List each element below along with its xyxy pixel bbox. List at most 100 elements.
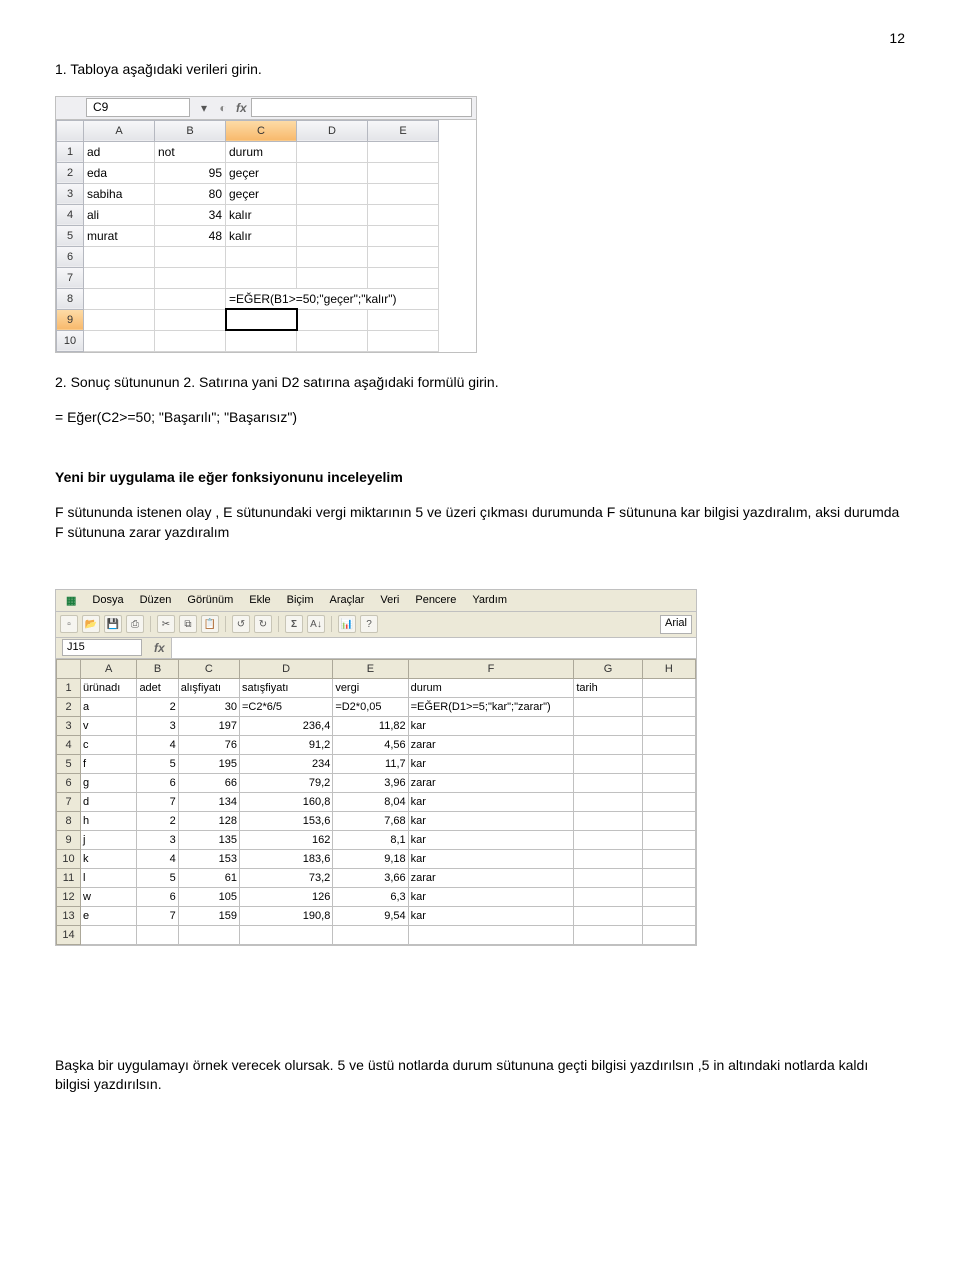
cell[interactable] — [574, 735, 642, 754]
formula-input-2[interactable] — [171, 638, 696, 658]
cell[interactable]: geçer — [226, 162, 297, 183]
row-header[interactable]: 9 — [57, 309, 84, 330]
cell[interactable]: kar — [408, 716, 574, 735]
spreadsheet-grid-2[interactable]: ABCDEFGH1ürünadıadetalışfiyatısatışfiyat… — [56, 659, 696, 945]
cell[interactable] — [297, 225, 368, 246]
row-header[interactable]: 8 — [57, 288, 84, 309]
cell[interactable]: zarar — [408, 735, 574, 754]
cell[interactable]: 6 — [137, 773, 178, 792]
row-header[interactable]: 14 — [57, 925, 81, 944]
cell[interactable]: zarar — [408, 773, 574, 792]
cell[interactable]: 4 — [137, 849, 178, 868]
cell[interactable] — [642, 697, 695, 716]
menu-window[interactable]: Pencere — [409, 592, 462, 609]
col-header[interactable]: C — [178, 659, 239, 678]
cell[interactable] — [642, 716, 695, 735]
cell[interactable] — [84, 309, 155, 330]
row-header[interactable]: 6 — [57, 246, 84, 267]
cell[interactable]: 3 — [137, 830, 178, 849]
cell[interactable] — [574, 773, 642, 792]
cell[interactable]: 234 — [239, 754, 332, 773]
menu-format[interactable]: Biçim — [281, 592, 320, 609]
cell[interactable]: kar — [408, 906, 574, 925]
row-header[interactable]: 3 — [57, 716, 81, 735]
cell[interactable]: 48 — [155, 225, 226, 246]
cell[interactable]: =D2*0,05 — [333, 697, 408, 716]
cell[interactable] — [368, 246, 439, 267]
cell[interactable] — [642, 906, 695, 925]
cell[interactable] — [574, 716, 642, 735]
cell[interactable] — [368, 183, 439, 204]
formula-input[interactable] — [251, 98, 472, 117]
cell[interactable]: kar — [408, 887, 574, 906]
print-icon[interactable]: ⎙ — [126, 615, 144, 633]
menu-bar[interactable]: ▦ Dosya Düzen Görünüm Ekle Biçim Araçlar… — [56, 590, 696, 612]
cell[interactable]: not — [155, 141, 226, 162]
cell[interactable] — [155, 288, 226, 309]
cell[interactable] — [642, 735, 695, 754]
cell[interactable]: 7 — [137, 792, 178, 811]
cell[interactable] — [574, 830, 642, 849]
cell[interactable]: =C2*6/5 — [239, 697, 332, 716]
cell[interactable] — [297, 183, 368, 204]
cell[interactable]: durum — [408, 678, 574, 697]
row-header[interactable]: 2 — [57, 697, 81, 716]
cell[interactable]: 79,2 — [239, 773, 332, 792]
cell[interactable]: kalır — [226, 204, 297, 225]
cell[interactable] — [84, 330, 155, 351]
font-selector[interactable]: Arial — [660, 615, 692, 634]
cell[interactable] — [642, 678, 695, 697]
cell[interactable]: 61 — [178, 868, 239, 887]
col-header[interactable]: D — [297, 120, 368, 141]
cell[interactable]: 95 — [155, 162, 226, 183]
open-icon[interactable]: 📂 — [82, 615, 100, 633]
row-header[interactable]: 1 — [57, 141, 84, 162]
new-icon[interactable]: ▫ — [60, 615, 78, 633]
cell[interactable] — [574, 849, 642, 868]
cell[interactable]: vergi — [333, 678, 408, 697]
cell[interactable]: 153 — [178, 849, 239, 868]
name-box[interactable]: C9 — [86, 98, 190, 117]
cell[interactable]: 66 — [178, 773, 239, 792]
cell[interactable] — [297, 246, 368, 267]
cell[interactable] — [642, 792, 695, 811]
cell[interactable] — [333, 925, 408, 944]
cell[interactable] — [642, 773, 695, 792]
cell[interactable] — [574, 697, 642, 716]
cell[interactable]: 8,04 — [333, 792, 408, 811]
cell[interactable]: kar — [408, 792, 574, 811]
cell[interactable]: g — [81, 773, 137, 792]
row-header[interactable]: 3 — [57, 183, 84, 204]
menu-edit[interactable]: Düzen — [134, 592, 178, 609]
cell[interactable] — [368, 225, 439, 246]
cell[interactable] — [155, 309, 226, 330]
fx-icon-2[interactable]: fx — [148, 641, 171, 655]
cell[interactable]: adet — [137, 678, 178, 697]
row-header[interactable]: 7 — [57, 267, 84, 288]
cell[interactable]: durum — [226, 141, 297, 162]
cell[interactable] — [297, 204, 368, 225]
cell[interactable] — [368, 141, 439, 162]
cell[interactable]: k — [81, 849, 137, 868]
cell[interactable] — [574, 811, 642, 830]
cell[interactable]: kar — [408, 830, 574, 849]
cell[interactable]: murat — [84, 225, 155, 246]
cell[interactable]: w — [81, 887, 137, 906]
row-header[interactable]: 8 — [57, 811, 81, 830]
col-header[interactable]: G — [574, 659, 642, 678]
col-header[interactable]: B — [137, 659, 178, 678]
cell[interactable]: tarih — [574, 678, 642, 697]
cell[interactable]: zarar — [408, 868, 574, 887]
cell[interactable]: f — [81, 754, 137, 773]
menu-help[interactable]: Yardım — [466, 592, 513, 609]
cell[interactable]: 6,3 — [333, 887, 408, 906]
cell[interactable] — [226, 267, 297, 288]
cell[interactable]: kar — [408, 754, 574, 773]
cell[interactable]: satışfiyatı — [239, 678, 332, 697]
cell[interactable] — [368, 204, 439, 225]
cell[interactable]: alışfiyatı — [178, 678, 239, 697]
cell[interactable]: d — [81, 792, 137, 811]
row-header[interactable]: 13 — [57, 906, 81, 925]
cell[interactable]: 4,56 — [333, 735, 408, 754]
undo-icon[interactable]: ↺ — [232, 615, 250, 633]
